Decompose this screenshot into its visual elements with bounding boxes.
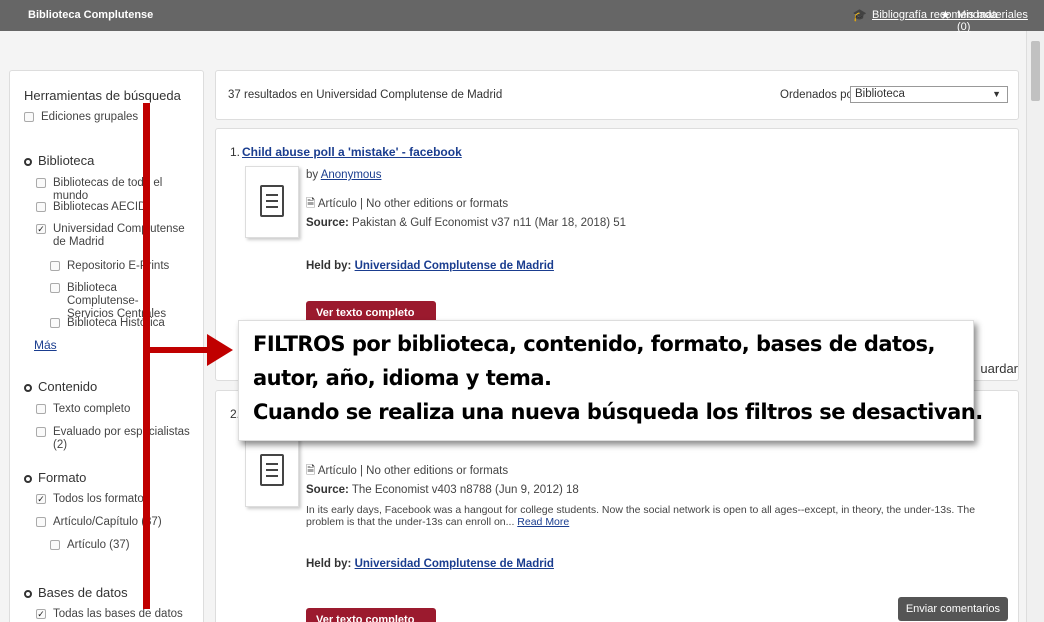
filter-library-eprints[interactable]: Repositorio E-Prints xyxy=(50,260,190,273)
document-thumbnail[interactable] xyxy=(245,435,299,507)
results-count: 37 resultados en Universidad Complutense… xyxy=(228,89,503,101)
result-source: Source: Pakistan & Gulf Economist v37 n1… xyxy=(306,217,627,229)
full-text-button[interactable]: Ver texto completo xyxy=(306,608,436,622)
more-libraries-link[interactable]: Más xyxy=(34,338,57,352)
top-bar: Biblioteca Complutense 🎓 Bibliografía re… xyxy=(0,0,1044,33)
checkbox-checked-icon[interactable]: ✓ xyxy=(36,609,46,619)
filter-library-aecid[interactable]: Bibliotecas AECID xyxy=(36,201,196,214)
section-bullet-icon xyxy=(24,474,32,483)
scrollbar-thumb[interactable] xyxy=(1031,41,1040,101)
filter-library-world[interactable]: Bibliotecas de todo el mundo xyxy=(36,177,196,203)
section-format[interactable]: Formato xyxy=(24,470,86,485)
checkbox-checked-icon[interactable]: ✓ xyxy=(36,494,46,504)
results-header: 37 resultados en Universidad Complutense… xyxy=(215,70,1019,120)
checkbox-icon[interactable] xyxy=(24,112,34,122)
checkbox-checked-icon[interactable]: ✓ xyxy=(36,224,46,234)
checkbox-icon[interactable] xyxy=(36,427,46,437)
send-feedback-button[interactable]: Enviar comentarios xyxy=(897,597,1008,621)
result-format: 🗎 Artículo | No other editions or format… xyxy=(306,198,509,210)
result-held-by: Held by: Universidad Complutense de Madr… xyxy=(306,558,554,570)
checkbox-icon[interactable] xyxy=(50,261,60,271)
section-bullet-icon xyxy=(24,383,32,392)
filter-article-chapter[interactable]: Artículo/Capítulo (37) xyxy=(36,516,196,529)
checkbox-icon[interactable] xyxy=(36,178,46,188)
read-more-link[interactable]: Read More xyxy=(517,516,569,528)
result-title-link[interactable]: Child abuse poll a 'mistake' - facebook xyxy=(242,145,462,159)
annotation-bracket-line xyxy=(143,103,150,609)
annotation-arrow-shaft xyxy=(143,347,217,353)
filter-library-central[interactable]: Biblioteca Complutense-Servicios Central… xyxy=(50,282,180,321)
author-link[interactable]: Anonymous xyxy=(321,169,382,181)
checkbox-group-editions[interactable]: Ediciones grupales xyxy=(24,111,138,124)
checkbox-icon[interactable] xyxy=(36,404,46,414)
filter-peer-reviewed[interactable]: Evaluado por especialistas (2) xyxy=(36,426,201,452)
checkbox-icon[interactable] xyxy=(36,517,46,527)
document-icon xyxy=(260,454,284,486)
graduation-cap-icon: 🎓 xyxy=(852,8,867,22)
annotation-line: autor, año, idioma y tema. xyxy=(253,366,552,390)
result-held-by: Held by: Universidad Complutense de Madr… xyxy=(306,260,554,272)
section-bullet-icon xyxy=(24,589,32,598)
my-materials-link[interactable]: Mis materiales (0) xyxy=(957,9,1044,33)
save-button[interactable]: uardar xyxy=(980,361,1018,376)
star-icon: ★ xyxy=(940,8,951,22)
page-scrollbar[interactable] xyxy=(1026,31,1044,622)
brand-title[interactable]: Biblioteca Complutense xyxy=(28,9,153,21)
filter-all-formats[interactable]: ✓ Todos los formatos xyxy=(36,493,196,506)
held-by-link[interactable]: Universidad Complutense de Madrid xyxy=(355,558,554,570)
sort-select[interactable]: Biblioteca ▼ xyxy=(850,86,1008,103)
filter-all-databases[interactable]: ✓ Todas las bases de datos xyxy=(36,608,196,621)
annotation-line: FILTROS por biblioteca, contenido, forma… xyxy=(253,332,935,356)
arrow-right-icon xyxy=(207,334,233,366)
result-author: by Anonymous xyxy=(306,169,382,181)
filters-annotation-callout: FILTROS por biblioteca, contenido, forma… xyxy=(238,320,983,441)
search-tools-sidebar: Herramientas de búsqueda Ediciones grupa… xyxy=(9,70,204,622)
section-bullet-icon xyxy=(24,157,32,166)
document-thumbnail[interactable] xyxy=(245,166,299,238)
sort-label: Ordenados por: xyxy=(780,89,860,101)
held-by-link[interactable]: Universidad Complutense de Madrid xyxy=(355,260,554,272)
chevron-down-icon: ▼ xyxy=(992,89,1001,99)
checkbox-icon[interactable] xyxy=(50,283,60,293)
filter-library-historica[interactable]: Biblioteca Histórica xyxy=(50,317,190,330)
filter-library-ucm[interactable]: ✓ Universidad Complutense de Madrid xyxy=(36,223,196,249)
checkbox-icon[interactable] xyxy=(50,318,60,328)
section-content[interactable]: Contenido xyxy=(24,379,97,394)
filter-article[interactable]: Artículo (37) xyxy=(50,539,190,552)
checkbox-icon[interactable] xyxy=(36,202,46,212)
article-icon: 🗎 xyxy=(306,198,316,210)
result-number: 1. xyxy=(230,145,241,159)
article-icon: 🗎 xyxy=(306,465,316,477)
section-databases[interactable]: Bases de datos xyxy=(24,585,128,600)
document-icon xyxy=(260,185,284,217)
filter-full-text[interactable]: Texto completo xyxy=(36,403,196,416)
result-format: 🗎 Artículo | No other editions or format… xyxy=(306,465,509,477)
section-library[interactable]: Biblioteca xyxy=(24,153,94,168)
checkbox-icon[interactable] xyxy=(50,540,60,550)
result-abstract: In its early days, Facebook was a hangou… xyxy=(306,504,976,528)
sidebar-title: Herramientas de búsqueda xyxy=(24,88,181,103)
result-source: Source: The Economist v403 n8788 (Jun 9,… xyxy=(306,484,579,496)
annotation-line: Cuando se realiza una nueva búsqueda los… xyxy=(253,400,983,424)
